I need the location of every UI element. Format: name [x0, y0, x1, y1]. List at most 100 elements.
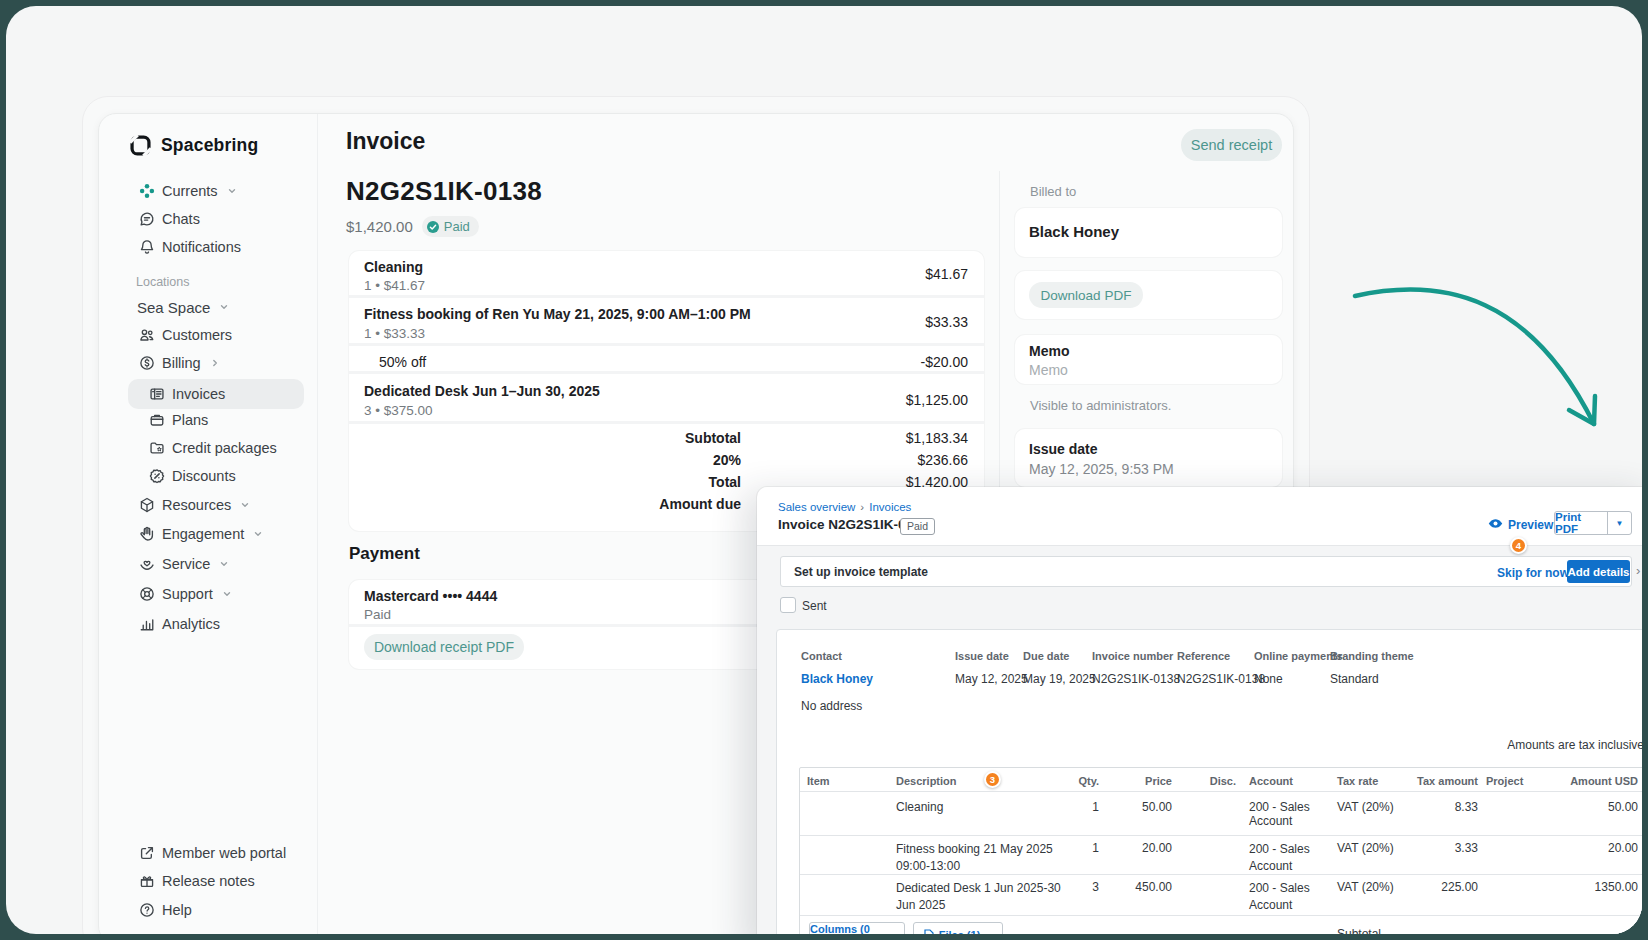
col-header-tax-rate: Tax rate: [1337, 775, 1378, 787]
col-header-item: Item: [807, 775, 830, 787]
cell-price: 20.00: [1142, 841, 1172, 855]
cell-tax-rate: VAT (20%): [1337, 800, 1394, 814]
sidebar-item-support[interactable]: Support: [138, 581, 232, 607]
summary-header: Issue date: [955, 650, 1009, 662]
location-selector[interactable]: Sea Space: [137, 294, 229, 320]
brand-name: Spacebring: [161, 135, 258, 156]
print-pdf-button[interactable]: Print PDF ▼: [1554, 511, 1632, 535]
billed-to-card[interactable]: Black Honey: [1015, 208, 1282, 257]
sidebar-item-customers[interactable]: Customers: [138, 322, 232, 348]
line-item-amount: $33.33: [925, 314, 968, 330]
cell-account: 200 - Sales Account: [1249, 880, 1329, 914]
total-label: Total: [709, 474, 741, 490]
chevron-down-icon: [219, 559, 229, 569]
line-items-table: Item Description 3 Qty. Price Disc. Acco…: [799, 767, 1642, 934]
sidebar-item-invoices[interactable]: Invoices: [148, 381, 225, 407]
sent-checkbox[interactable]: [780, 597, 796, 613]
cell-description: Cleaning: [896, 800, 1066, 814]
sidebar-item-credit-packages[interactable]: Credit packages: [148, 435, 277, 461]
sidebar-item-resources[interactable]: Resources: [138, 492, 250, 518]
sent-label: Sent: [802, 599, 827, 613]
sidebar-item-billing[interactable]: Billing: [138, 350, 220, 376]
chevron-down-icon: [253, 529, 263, 539]
memo-note: Visible to administrators.: [1030, 398, 1171, 413]
download-receipt-button[interactable]: Download receipt PDF: [364, 634, 524, 660]
col-header-price: Price: [1145, 775, 1172, 787]
summary-header: Contact: [801, 650, 842, 662]
cell-description: Fitness booking 21 May 2025 09:00-13:00: [896, 841, 1056, 875]
cell-qty: 1: [1092, 841, 1099, 855]
sidebar-item-help[interactable]: Help: [138, 897, 192, 923]
payment-status: Paid: [364, 607, 391, 622]
sidebar-item-service[interactable]: Service: [138, 551, 229, 577]
bell-icon: [138, 238, 156, 256]
billed-to-name: Black Honey: [1029, 223, 1119, 240]
no-address: No address: [801, 699, 862, 713]
contact-link[interactable]: Black Honey: [801, 672, 873, 686]
preview-link[interactable]: Preview: [1508, 518, 1553, 532]
help-icon: [138, 901, 156, 919]
banner-text: Set up invoice template: [794, 565, 928, 579]
row-divider: [349, 295, 984, 298]
total-label: Subtotal: [685, 430, 741, 446]
page-canvas: Spacebring Currents Chats Notifications …: [6, 6, 1642, 934]
row-divider: [349, 343, 984, 346]
sidebar-item-notifications[interactable]: Notifications: [138, 234, 241, 260]
sidebar-item-engagement[interactable]: Engagement: [138, 521, 263, 547]
external-link-icon: [138, 844, 156, 862]
issue-date-value: May 12, 2025, 9:53 PM: [1029, 461, 1174, 477]
memo-card[interactable]: Memo Memo: [1015, 335, 1282, 384]
cell-amount: 1350.00: [1595, 880, 1638, 894]
banner-next-chevron[interactable]: ›: [1636, 563, 1640, 578]
col-header-amount: Amount USD: [1570, 775, 1638, 787]
service-icon: [138, 555, 156, 573]
total-value: $236.66: [917, 452, 968, 468]
print-pdf-dropdown[interactable]: ▼: [1607, 512, 1631, 534]
col-header-tax-amount: Tax amount: [1417, 775, 1478, 787]
sidebar-item-analytics[interactable]: Analytics: [138, 611, 220, 637]
invoice-number: N2G2S1IK-0138: [346, 176, 542, 207]
add-details-button[interactable]: Add details: [1567, 560, 1630, 583]
line-item-details: 1 • $41.67: [364, 278, 425, 293]
cell-tax-amount: 8.33: [1455, 800, 1478, 814]
file-icon: [924, 929, 934, 934]
row-divider: [349, 421, 984, 424]
send-receipt-button[interactable]: Send receipt: [1181, 129, 1282, 161]
xero-invoice-detail-card: Contact Issue date Due date Invoice numb…: [776, 629, 1642, 934]
files-button[interactable]: Files (1)▼: [913, 922, 1003, 934]
locations-section-label: Locations: [136, 275, 190, 289]
setup-step-badge: 4: [1510, 537, 1527, 554]
cell-tax-rate: VAT (20%): [1337, 841, 1394, 855]
line-item-amount: $41.67: [925, 266, 968, 282]
sidebar-item-currents[interactable]: Currents: [138, 178, 237, 204]
plans-icon: [148, 411, 166, 429]
sidebar-item-release-notes[interactable]: Release notes: [138, 868, 255, 894]
breadcrumb-invoices[interactable]: Invoices: [869, 501, 911, 513]
sidebar-item-discounts[interactable]: Discounts: [148, 463, 236, 489]
breadcrumb-sales-overview[interactable]: Sales overview: [778, 501, 855, 513]
cell-tax-amount: 225.00: [1441, 880, 1478, 894]
check-circle-icon: [426, 220, 440, 234]
sidebar-item-member-web-portal[interactable]: Member web portal: [138, 840, 286, 866]
col-header-project: Project: [1486, 775, 1523, 787]
sidebar-item-plans[interactable]: Plans: [148, 407, 208, 433]
cell-amount: 50.00: [1608, 800, 1638, 814]
engagement-icon: [138, 525, 156, 543]
billed-to-label: Billed to: [1030, 184, 1076, 199]
tax-note: Amounts are tax inclusive: [1507, 738, 1642, 752]
row-divider: [349, 371, 984, 374]
description-step-badge: 3: [984, 771, 1001, 788]
breadcrumb: Sales overview › Invoices: [778, 501, 911, 513]
sidebar-item-chats[interactable]: Chats: [138, 206, 200, 232]
cell-qty: 3: [1092, 880, 1099, 894]
download-pdf-button[interactable]: Download PDF: [1029, 282, 1143, 308]
chats-icon: [138, 210, 156, 228]
cell-amount: 20.00: [1608, 841, 1638, 855]
summary-value: N2G2S1IK-0138: [1177, 672, 1265, 686]
columns-button[interactable]: Columns (0 hidden)▼: [809, 922, 905, 934]
summary-value: May 19, 2025: [1023, 672, 1096, 686]
cell-tax-amount: 3.33: [1455, 841, 1478, 855]
discounts-icon: [148, 467, 166, 485]
skip-for-now-link[interactable]: Skip for now: [1497, 566, 1569, 580]
payment-heading: Payment: [349, 544, 420, 564]
